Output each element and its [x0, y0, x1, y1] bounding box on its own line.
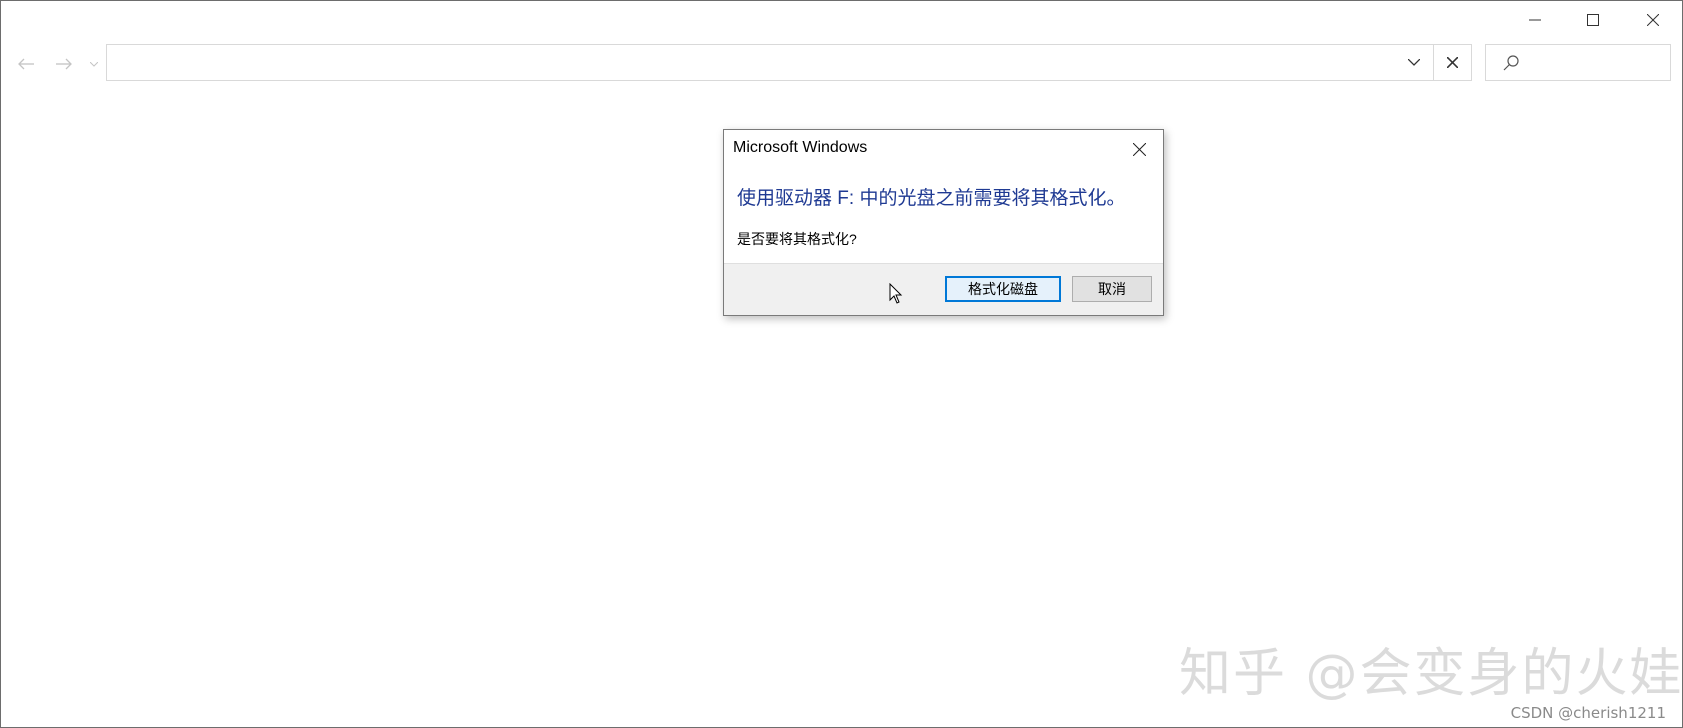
address-dropdown-button[interactable]	[1398, 45, 1430, 80]
explorer-window: Microsoft Windows 使用驱动器 F: 中的光盘之前需要将其格式化…	[0, 0, 1683, 728]
maximize-icon	[1587, 14, 1599, 26]
title-bar	[1, 1, 1682, 39]
chevron-down-icon	[1408, 59, 1420, 66]
address-bar[interactable]	[106, 44, 1471, 81]
window-close-button[interactable]	[1624, 1, 1682, 39]
mouse-cursor-icon	[889, 283, 903, 304]
back-button[interactable]	[13, 49, 39, 79]
search-input[interactable]	[1485, 44, 1671, 81]
recent-locations-button[interactable]	[87, 49, 101, 79]
close-icon	[1132, 142, 1146, 156]
dialog-question: 是否要将其格式化?	[737, 231, 857, 247]
minimize-icon	[1529, 19, 1541, 21]
cancel-button[interactable]: 取消	[1072, 276, 1152, 302]
chevron-down-icon	[90, 61, 98, 67]
address-clear-button[interactable]	[1433, 44, 1472, 81]
forward-button[interactable]	[51, 49, 77, 79]
dialog-close-button[interactable]	[1121, 134, 1157, 164]
watermark: 知乎 @会变身的火娃	[1179, 644, 1683, 704]
dialog-title: Microsoft Windows	[733, 139, 868, 156]
format-disk-dialog: Microsoft Windows 使用驱动器 F: 中的光盘之前需要将其格式化…	[723, 129, 1164, 316]
dialog-footer: 格式化磁盘 取消	[724, 263, 1163, 315]
arrow-left-icon	[18, 58, 34, 70]
dialog-heading: 使用驱动器 F: 中的光盘之前需要将其格式化。	[737, 188, 1126, 209]
search-icon	[1502, 54, 1520, 72]
format-disk-button[interactable]: 格式化磁盘	[945, 276, 1061, 302]
arrow-right-icon	[56, 58, 72, 70]
credit-text: CSDN @cherish1211	[1510, 704, 1666, 722]
maximize-button[interactable]	[1564, 1, 1622, 39]
minimize-button[interactable]	[1506, 1, 1564, 39]
close-icon	[1447, 57, 1458, 68]
close-icon	[1647, 14, 1659, 26]
